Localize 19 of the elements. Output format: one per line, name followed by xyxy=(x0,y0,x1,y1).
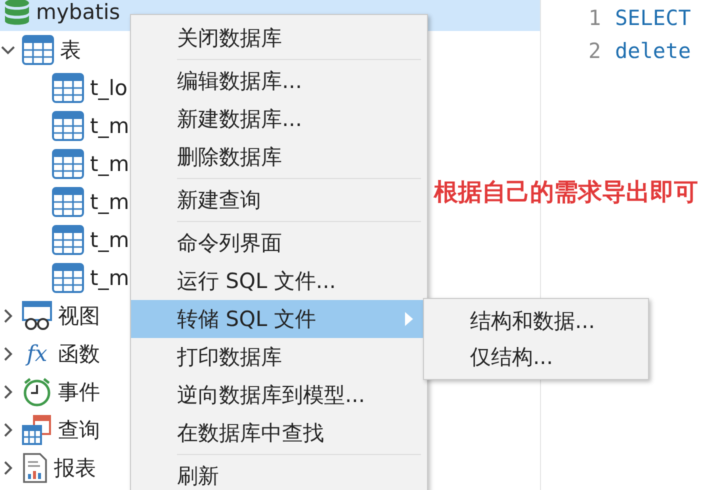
group-label: 事件 xyxy=(58,379,100,406)
group-label: 查询 xyxy=(58,417,100,444)
table-name: t_m xyxy=(90,152,130,176)
table-name: t_m xyxy=(90,228,130,252)
annotation-text: 根据自己的需求导出即可 xyxy=(434,177,698,208)
line-number: 1 xyxy=(587,5,601,32)
code-line: SELECT xyxy=(614,5,692,32)
table-name: t_m xyxy=(90,190,130,214)
function-icon: fx xyxy=(22,342,52,366)
group-label: 表 xyxy=(60,37,81,64)
table-name: t_m xyxy=(90,114,130,138)
group-label: 视图 xyxy=(58,303,100,330)
code-line: delete xyxy=(614,38,692,65)
group-label: 报表 xyxy=(54,455,96,482)
line-number: 2 xyxy=(587,38,601,65)
group-label: 函数 xyxy=(58,341,100,368)
table-name: t_m xyxy=(90,266,130,290)
database-name: mybatis xyxy=(36,0,120,24)
table-name: t_lo xyxy=(90,76,128,100)
